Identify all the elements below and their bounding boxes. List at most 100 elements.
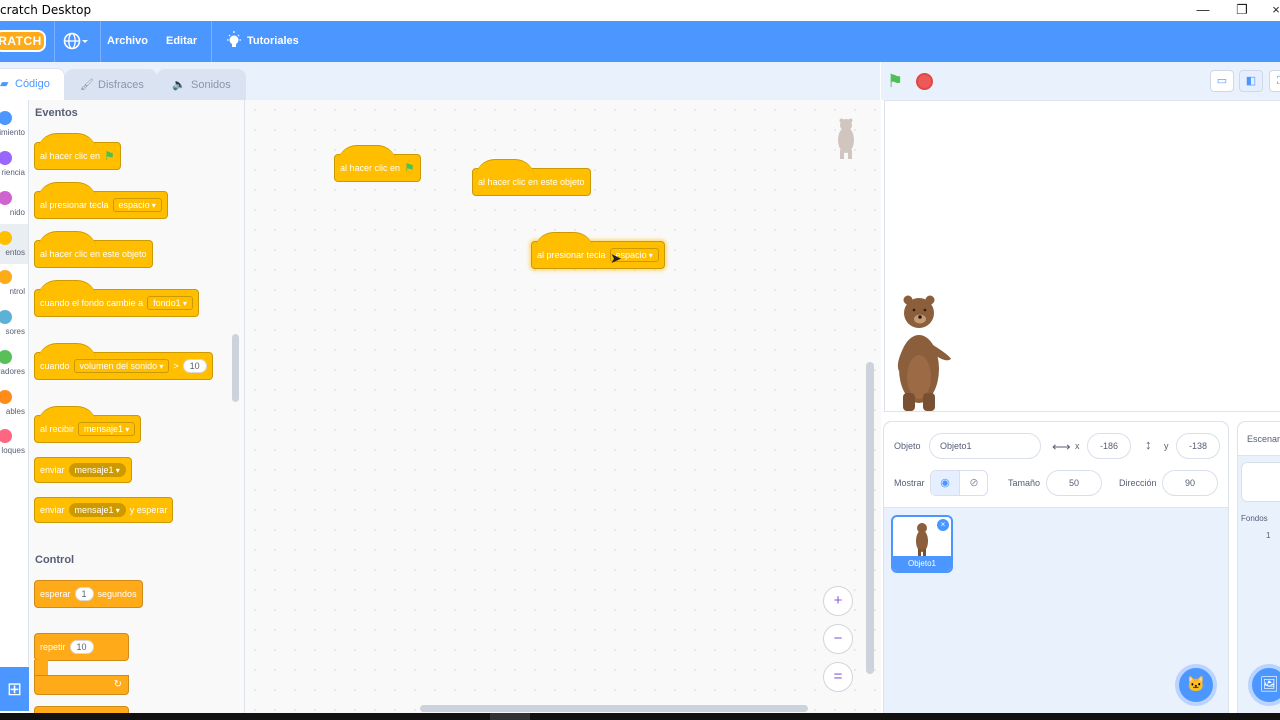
block-when-greater-than[interactable]: cuando volumen del sonido > 10 [34,343,213,380]
category-dot [0,390,12,404]
lightbulb-icon [227,31,241,47]
scratch-logo[interactable]: RATCH [0,30,46,52]
sprite-pane: Objeto Objeto1 ⟷ x -186 ↕ y -138 Mostrar… [883,421,1229,720]
repeat-foot: ↻ [34,675,129,695]
restore-button[interactable]: ❐ [1228,1,1256,19]
backdrops-count: 1 [1266,531,1271,540]
category-sound[interactable]: nido [0,184,28,224]
menu-editar[interactable]: Editar [166,21,197,62]
sprite-info: Objeto Objeto1 ⟷ x -186 ↕ y -138 Mostrar… [884,422,1228,508]
normal-stage-button[interactable]: ◧ [1239,70,1263,92]
hat-cap [37,231,97,251]
tab-code[interactable]: ▰ Código [0,68,65,101]
script-horizontal-scrollbar[interactable] [420,705,808,712]
minimize-button[interactable]: — [1189,1,1217,19]
block-text: esperar [40,589,71,599]
category-label: ables [5,407,25,416]
add-extension-button[interactable]: ⊞ [0,667,29,711]
tab-code-label: Código [15,78,50,90]
green-flag-icon: ⚑ [404,161,415,175]
block-when-receive[interactable]: al recibir mensaje1 [34,406,142,443]
script-block-when-flag-clicked[interactable]: al hacer clic en ⚑ [334,145,421,182]
block-broadcast[interactable]: enviar mensaje1 [34,457,132,483]
menu-divider [211,21,212,62]
category-dot [0,310,12,324]
stage-thumbnail[interactable] [1241,462,1280,502]
script-vertical-scrollbar[interactable] [866,362,874,674]
stop-button[interactable] [916,73,933,90]
message-dropdown[interactable]: mensaje1 [68,463,126,477]
threshold-input[interactable]: 10 [182,359,207,373]
category-variables[interactable]: ables [0,383,28,423]
add-extension-icon: ⊞ [6,679,23,699]
palette-scrollbar[interactable] [232,334,239,402]
green-flag-icon: ⚑ [104,149,115,163]
hat-cap [534,232,594,252]
show-button[interactable]: ◉ [931,471,960,495]
tutorials-label: Tutoriales [247,35,299,47]
sprite-name-input[interactable]: Objeto1 [929,433,1041,459]
category-control[interactable]: ntrol [0,263,28,303]
block-when-key-pressed[interactable]: al presionar tecla espacio [34,182,168,219]
choose-sprite-button[interactable]: 🐱 [1175,664,1217,706]
language-menu[interactable] [63,21,95,62]
category-label: entos [5,248,25,257]
bear-sprite [897,295,951,411]
category-dot [0,111,12,125]
category-menu: imiento riencia nido entos ntrol sores r… [0,100,29,666]
size-input[interactable]: 50 [1046,470,1102,496]
x-input[interactable]: -186 [1087,433,1131,459]
category-motion[interactable]: imiento [0,104,28,144]
block-when-backdrop-switches[interactable]: cuando el fondo cambie a fondo1 [34,280,199,317]
hide-button[interactable]: ⊘ [960,471,988,495]
green-flag-button[interactable]: ⚑ [887,71,903,92]
script-block-when-sprite-clicked[interactable]: al hacer clic en este objeto [472,159,591,196]
zoom-in-button[interactable]: + [823,586,853,616]
key-dropdown[interactable]: espacio [112,198,162,212]
block-when-flag-clicked[interactable]: al hacer clic en ⚑ [34,133,121,170]
stage-canvas[interactable] [884,100,1280,412]
script-block-when-key-pressed[interactable]: al presionar tecla espacio [531,232,665,269]
direction-label: Dirección [1119,478,1157,488]
block-when-sprite-clicked[interactable]: al hacer clic en este objeto [34,231,153,268]
message-dropdown[interactable]: mensaje1 [78,422,136,436]
zoom-out-button[interactable]: − [823,624,853,654]
backdrop-dropdown[interactable]: fondo1 [147,296,193,310]
tab-sounds[interactable]: 🔈 Sonidos [157,69,246,100]
small-stage-button[interactable]: ▭ [1210,70,1234,92]
direction-input[interactable]: 90 [1162,470,1218,496]
category-sensing[interactable]: sores [0,303,28,343]
block-text: cuando [40,361,70,371]
category-dot [0,151,12,165]
zoom-reset-button[interactable]: = [823,662,853,692]
stage-header: ⚑ ▭ ◧ ⛶ [881,62,1280,100]
message-dropdown[interactable]: mensaje1 [68,503,126,517]
category-label: riencia [1,168,25,177]
wait-input[interactable]: 1 [74,587,94,601]
category-operators[interactable]: radores [0,343,28,383]
menu-archivo[interactable]: Archivo [107,21,148,62]
sprite-thumbnail[interactable]: × Objeto1 [891,515,953,573]
choose-backdrop-button[interactable]: 🖼 [1248,664,1280,706]
tutorials-button[interactable]: Tutoriales [226,21,306,62]
category-label: radores [0,367,25,376]
block-text: al hacer clic en [340,163,401,173]
block-wait[interactable]: esperar 1 segundos [34,580,143,608]
tab-costumes[interactable]: 🖌 Disfraces [65,69,157,100]
fullscreen-button[interactable]: ⛶ [1269,70,1280,92]
script-area[interactable]: al hacer clic en ⚑ al hacer clic en este… [245,100,881,713]
category-dot [0,270,12,284]
taskbar-item[interactable] [490,713,530,720]
y-input[interactable]: -138 [1176,433,1220,459]
repeat-input[interactable]: 10 [69,640,94,654]
category-my-blocks[interactable]: loques [0,422,28,462]
category-label: loques [1,446,25,455]
sensor-dropdown[interactable]: volumen del sonido [73,359,170,373]
close-button[interactable]: × [1262,1,1280,19]
category-events[interactable]: entos [0,224,28,264]
delete-sprite-button[interactable]: × [937,519,949,531]
block-broadcast-and-wait[interactable]: enviar mensaje1 y esperar [34,497,174,523]
block-repeat[interactable]: repetir 10 [34,633,129,661]
category-looks[interactable]: riencia [0,144,28,184]
tab-costumes-label: Disfraces [98,79,144,91]
